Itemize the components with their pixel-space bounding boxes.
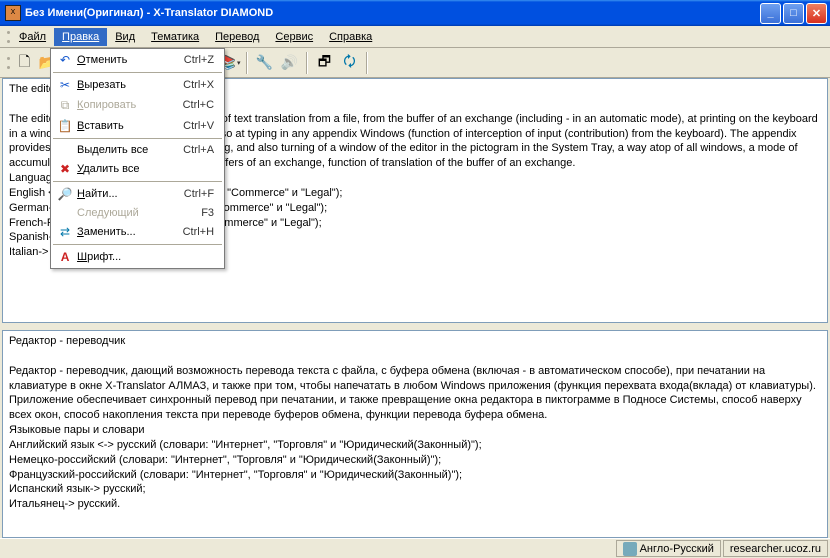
text-line: Немецко-российский (словари: "Интернет",… (9, 453, 821, 468)
translation-pane[interactable]: Редактор - переводчик Редактор - перевод… (2, 330, 828, 538)
menu-undo[interactable]: ↶ОтменитьCtrl+Z (51, 50, 224, 70)
separator (306, 52, 308, 74)
new-button[interactable]: 🗋 (13, 51, 36, 74)
menu-paste[interactable]: 📋ВставитьCtrl+V (51, 116, 224, 136)
toolbar-grip[interactable] (4, 57, 11, 69)
statusbar: Англо-Русский researcher.ucoz.ru (0, 538, 830, 558)
edit-dropdown: ↶ОтменитьCtrl+Z ✂ВырезатьCtrl+X ⧉Копиров… (50, 48, 225, 269)
menu-view[interactable]: Вид (107, 28, 143, 46)
speak-button[interactable]: 🔊 (278, 51, 301, 74)
pane-splitter[interactable] (0, 324, 830, 329)
menu-help[interactable]: Справка (321, 28, 380, 46)
cut-icon: ✂ (55, 78, 75, 92)
paste-icon: 📋 (55, 119, 75, 133)
settings-button[interactable]: 🔧 (253, 51, 276, 74)
text-line: Итальянец-> русский. (9, 497, 821, 512)
settings-icon: 🔧 (256, 54, 273, 71)
separator (53, 138, 222, 139)
menu-font[interactable]: AШрифт... (51, 247, 224, 267)
text-line: Французский-российский (словари: "Интерн… (9, 468, 821, 483)
menu-deleteall[interactable]: ✖Удалить все (51, 159, 224, 179)
font-icon: A (55, 250, 75, 264)
menu-translate[interactable]: Перевод (207, 28, 267, 46)
delete-icon: ✖ (55, 162, 75, 176)
speaker-icon: 🔊 (281, 54, 298, 71)
close-button[interactable]: ✕ (806, 3, 827, 24)
text-line: Языковые пары и словари (9, 423, 821, 438)
langpair-icon (623, 542, 637, 556)
windows-button[interactable]: 🗗 (313, 51, 336, 74)
text-line: Редактор - переводчик, дающий возможност… (9, 364, 821, 423)
menu-undo-label: тменить (86, 54, 128, 66)
text-line: Английский язык <-> русский (словари: "И… (9, 438, 821, 453)
menu-theme[interactable]: Тематика (143, 28, 207, 46)
menu-cut[interactable]: ✂ВырезатьCtrl+X (51, 75, 224, 95)
menubar-grip[interactable] (4, 31, 11, 43)
status-langpair[interactable]: Англо-Русский (616, 540, 721, 557)
text-line: Редактор - переводчик (9, 334, 821, 349)
menu-service[interactable]: Сервис (267, 28, 321, 46)
windows-icon: 🗗 (318, 51, 331, 75)
separator (53, 244, 222, 245)
window-title: Без Имени(Оригинал) - X-Translator DIAMO… (25, 7, 760, 19)
undo-icon: ↶ (55, 53, 75, 67)
app-icon: X (5, 5, 21, 21)
sync-icon: 🗘 (343, 51, 356, 75)
menu-file[interactable]: Файл (11, 28, 54, 46)
menu-selectall[interactable]: Выделить всеCtrl+A (51, 141, 224, 159)
menubar: Файл Правка ↶ОтменитьCtrl+Z ✂ВырезатьCtr… (0, 26, 830, 48)
copy-icon: ⧉ (55, 98, 75, 113)
replace-icon: ⇄ (55, 225, 75, 239)
text-line: Испанский язык-> русский; (9, 482, 821, 497)
separator (53, 72, 222, 73)
find-icon: 🔎 (55, 187, 75, 201)
menu-replace[interactable]: ⇄Заменить...Ctrl+H (51, 222, 224, 242)
menu-next: СледующийF3 (51, 204, 224, 222)
sync-button[interactable]: 🗘 (338, 51, 361, 74)
minimize-button[interactable]: _ (760, 3, 781, 24)
titlebar: X Без Имени(Оригинал) - X-Translator DIA… (0, 0, 830, 26)
separator (366, 52, 368, 74)
menu-copy: ⧉КопироватьCtrl+C (51, 95, 224, 116)
maximize-button[interactable]: □ (783, 3, 804, 24)
separator (246, 52, 248, 74)
new-icon: 🗋 (19, 51, 30, 75)
status-site: researcher.ucoz.ru (723, 540, 828, 557)
separator (53, 181, 222, 182)
menu-edit[interactable]: Правка (54, 28, 107, 46)
menu-find[interactable]: 🔎Найти...Ctrl+F (51, 184, 224, 204)
